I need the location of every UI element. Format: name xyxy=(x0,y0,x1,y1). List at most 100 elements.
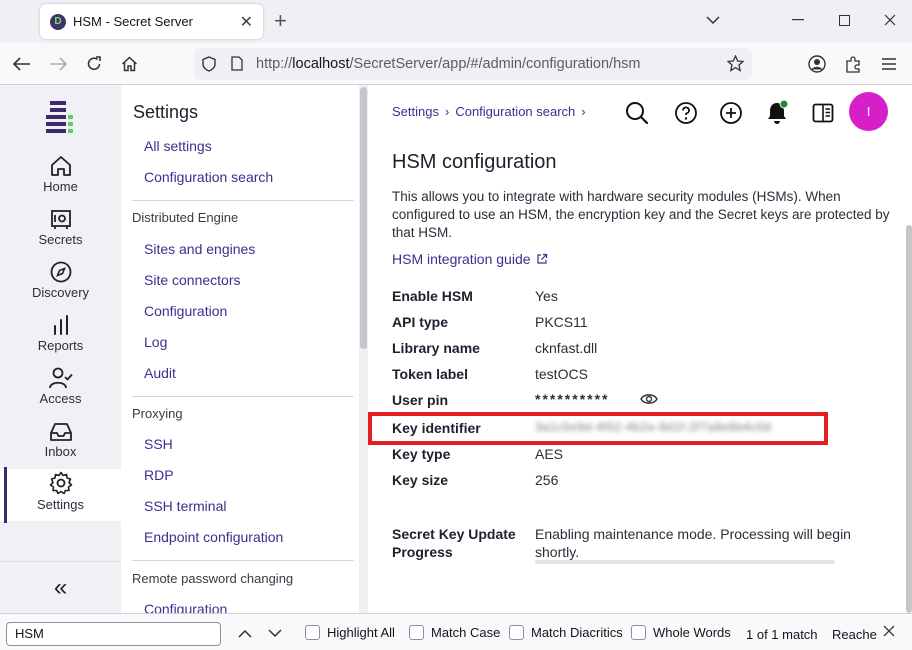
page-title: HSM configuration xyxy=(392,151,557,173)
browser-tab-bar: D HSM - Secret Server ✕ + xyxy=(0,0,912,43)
highlight-box xyxy=(368,412,828,445)
match-diacritics-checkbox[interactable]: Match Diacritics xyxy=(509,625,623,640)
url-text[interactable]: http://localhost/SecretServer/app/#/admi… xyxy=(256,56,640,72)
checkbox-box[interactable] xyxy=(509,625,524,640)
match-diacritics-label: Match Diacritics xyxy=(531,625,623,640)
settings-nav: Settings All settings Configuration sear… xyxy=(121,85,359,613)
scrollbar-thumb[interactable] xyxy=(360,87,367,349)
checkbox-box[interactable] xyxy=(305,625,320,640)
link-rdp[interactable]: RDP xyxy=(144,467,174,483)
add-icon[interactable] xyxy=(717,99,745,127)
link-site-connectors[interactable]: Site connectors xyxy=(144,272,241,288)
link-endpoint-configuration[interactable]: Endpoint configuration xyxy=(144,529,283,545)
rail-item-access[interactable]: Access xyxy=(0,363,121,415)
rail-item-inbox[interactable]: Inbox xyxy=(0,416,121,468)
rail-label-inbox: Inbox xyxy=(44,444,77,459)
link-ssh[interactable]: SSH xyxy=(144,436,173,452)
home-icon xyxy=(50,151,72,177)
avatar[interactable]: I xyxy=(849,92,888,131)
breadcrumb-chevron-icon: › xyxy=(581,104,586,119)
menu-icon[interactable] xyxy=(878,53,900,75)
rail-item-reports[interactable]: Reports xyxy=(0,310,121,362)
breadcrumb-settings[interactable]: Settings xyxy=(392,104,439,119)
link-audit[interactable]: Audit xyxy=(144,365,176,381)
bar-chart-icon xyxy=(50,310,72,336)
window-close-icon[interactable] xyxy=(880,10,900,30)
back-arrow-icon[interactable] xyxy=(11,53,33,75)
search-icon[interactable] xyxy=(623,99,651,127)
match-case-checkbox[interactable]: Match Case xyxy=(409,625,500,640)
reload-icon[interactable] xyxy=(83,53,105,75)
divider xyxy=(132,396,354,397)
checkbox-box[interactable] xyxy=(631,625,646,640)
find-next-icon[interactable] xyxy=(266,624,284,642)
account-icon[interactable] xyxy=(806,53,828,75)
field-label-key-type: Key type xyxy=(392,446,451,462)
browser-tab[interactable]: D HSM - Secret Server ✕ xyxy=(40,4,263,39)
link-configuration-search[interactable]: Configuration search xyxy=(144,169,273,185)
maximize-icon[interactable] xyxy=(834,10,854,30)
page-info-icon[interactable] xyxy=(231,56,243,74)
browser-nav-bar: http://localhost/SecretServer/app/#/admi… xyxy=(0,43,912,85)
field-label-secret-key-update-progress: Secret Key Update xyxy=(392,526,516,542)
field-value-update-progress: Enabling maintenance mode. Processing wi… xyxy=(535,526,851,542)
notification-bell-icon[interactable] xyxy=(763,99,791,127)
field-label-api-type: API type xyxy=(392,314,449,330)
panel-toggle-icon[interactable] xyxy=(809,99,837,127)
field-value-key-size: 256 xyxy=(535,472,559,488)
link-sites-and-engines[interactable]: Sites and engines xyxy=(144,241,255,257)
rail-item-discovery[interactable]: Discovery xyxy=(0,257,121,309)
rail-label-settings: Settings xyxy=(37,497,84,512)
rail-item-secrets[interactable]: Secrets xyxy=(0,204,121,256)
extensions-icon[interactable] xyxy=(842,53,864,75)
whole-words-checkbox[interactable]: Whole Words xyxy=(631,625,731,640)
new-tab-icon[interactable]: + xyxy=(274,9,287,33)
compass-icon xyxy=(50,257,72,283)
link-all-settings[interactable]: All settings xyxy=(144,138,212,154)
find-previous-icon[interactable] xyxy=(236,624,254,642)
checkbox-box[interactable] xyxy=(409,625,424,640)
breadcrumb-configuration-search[interactable]: Configuration search xyxy=(455,104,575,119)
address-bar[interactable]: http://localhost/SecretServer/app/#/admi… xyxy=(194,48,752,80)
breadcrumb-chevron-icon: › xyxy=(444,104,450,119)
highlight-all-checkbox[interactable]: Highlight All xyxy=(305,625,395,640)
left-nav-rail: Home Secrets Discovery Reports Access In… xyxy=(0,85,121,613)
rail-item-settings[interactable]: Settings xyxy=(0,467,121,523)
guide-link-text: HSM integration guide xyxy=(392,251,531,267)
settings-nav-scrollbar[interactable] xyxy=(359,85,368,613)
find-input[interactable]: HSM xyxy=(6,622,221,646)
collapse-nav-button[interactable]: « xyxy=(0,561,121,613)
rail-label-reports: Reports xyxy=(37,338,84,353)
scrollbar-thumb[interactable] xyxy=(906,225,912,613)
forward-arrow-icon[interactable] xyxy=(47,53,69,75)
link-rpc-configuration[interactable]: Configuration xyxy=(144,601,227,613)
field-label-library-name: Library name xyxy=(392,340,480,356)
settings-nav-title: Settings xyxy=(133,102,199,122)
find-bar: HSM Highlight All Match Case Match Diacr… xyxy=(0,613,912,650)
group-heading-remote-password-changing: Remote password changing xyxy=(132,571,294,586)
link-de-configuration[interactable]: Configuration xyxy=(144,303,227,319)
tab-list-chevron-icon[interactable] xyxy=(706,12,720,28)
tab-title: HSM - Secret Server xyxy=(73,14,193,29)
logo-icon[interactable] xyxy=(46,101,74,133)
field-value-update-progress-2: shortly. xyxy=(535,544,580,560)
hsm-integration-guide-link[interactable]: HSM integration guide xyxy=(392,251,548,267)
home-page-icon[interactable] xyxy=(118,53,140,75)
rail-label-access: Access xyxy=(39,391,82,406)
tab-close-icon[interactable]: ✕ xyxy=(240,12,253,32)
bookmark-star-icon[interactable] xyxy=(726,54,745,75)
external-link-icon xyxy=(536,253,547,264)
field-label-key-size: Key size xyxy=(392,472,449,488)
link-log[interactable]: Log xyxy=(144,334,167,350)
show-pin-eye-icon[interactable] xyxy=(640,392,658,409)
rail-item-home[interactable]: Home xyxy=(0,151,121,203)
minimize-icon[interactable] xyxy=(788,10,808,30)
link-ssh-terminal[interactable]: SSH terminal xyxy=(144,498,226,514)
inbox-icon xyxy=(49,416,73,442)
update-progress-bar xyxy=(535,560,835,564)
help-icon[interactable] xyxy=(672,99,700,127)
main-scrollbar[interactable] xyxy=(905,85,912,613)
shield-icon[interactable] xyxy=(202,56,216,75)
find-close-icon[interactable] xyxy=(883,624,895,640)
rail-label-discovery: Discovery xyxy=(31,285,90,300)
